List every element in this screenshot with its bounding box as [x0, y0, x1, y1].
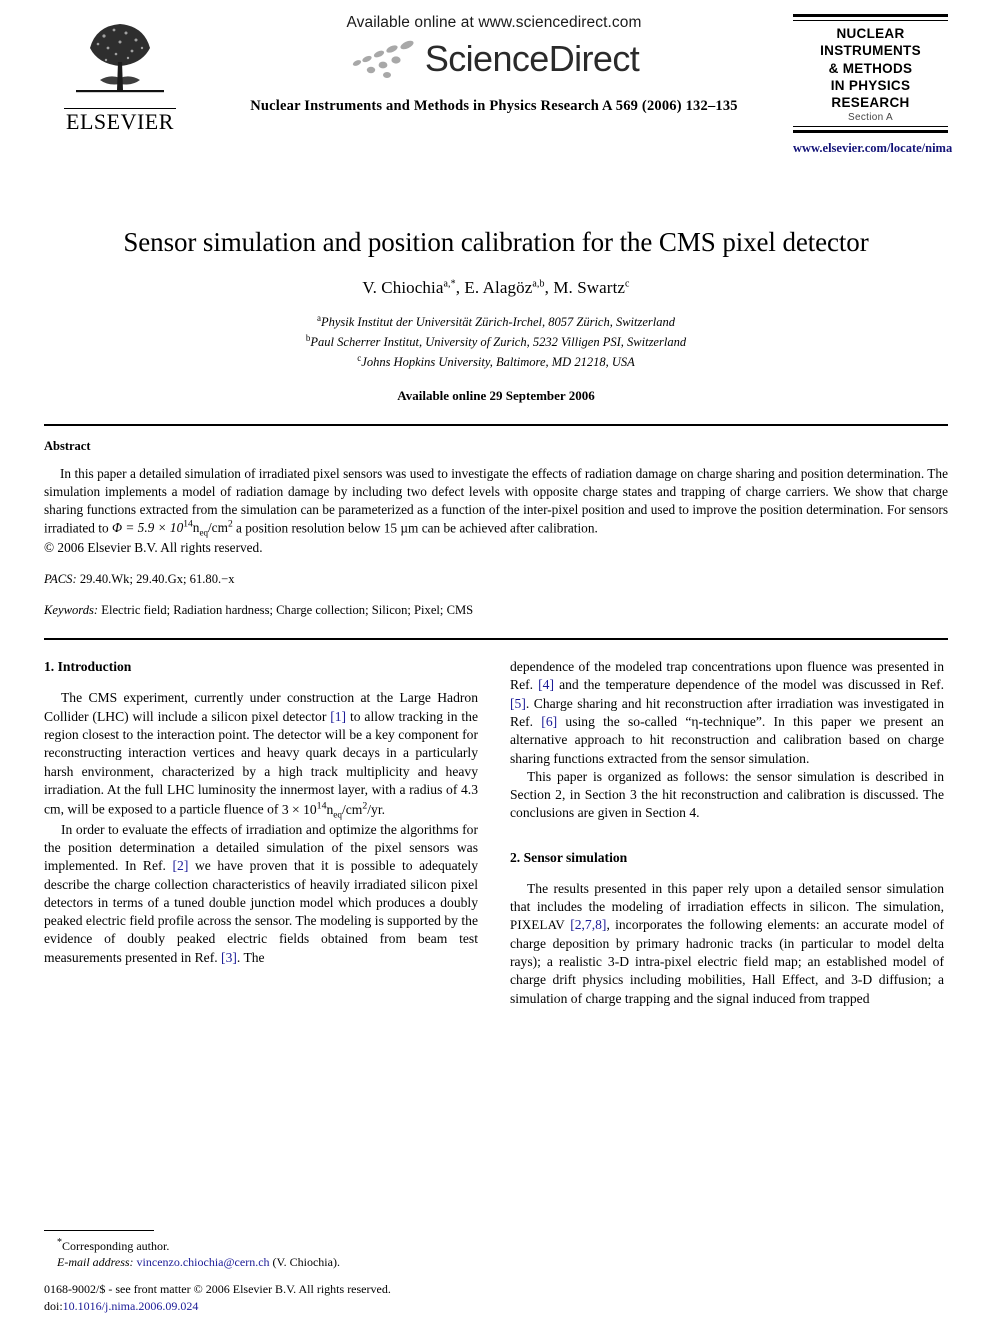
- keywords-value: Electric field; Radiation hardness; Char…: [101, 603, 474, 618]
- para-text: to allow tracking in the region closest …: [44, 708, 478, 817]
- abstract-body: In this paper a detailed simulation of i…: [44, 465, 948, 539]
- footnote-corresponding-author: *Corresponding author.: [44, 1236, 478, 1255]
- footnote-email: E-mail address: vincenzo.chiochia@cern.c…: [44, 1254, 478, 1271]
- citation-link-2[interactable]: [2]: [173, 858, 189, 873]
- email-label: E-mail address:: [57, 1255, 134, 1270]
- citation-link-3[interactable]: [3]: [221, 950, 237, 965]
- footer-legal-block: 0168-9002/$ - see front matter © 2006 El…: [44, 1281, 514, 1315]
- author-name: E. Alagöz: [464, 278, 533, 298]
- section-heading-introduction: 1. Introduction: [44, 659, 132, 675]
- formula-phi: Φ = 5.9 × 10: [111, 520, 184, 536]
- abstract-section: Abstract In this paper a detailed simula…: [44, 426, 948, 618]
- author-marks: a,*: [443, 278, 456, 290]
- citation-link-6[interactable]: [6]: [541, 714, 557, 729]
- paragraph-simulation: The results presented in this paper rely…: [510, 880, 944, 1008]
- pacs-label: PACS:: [44, 572, 77, 587]
- elsevier-wordmark: ELSEVIER: [64, 108, 176, 134]
- fluence-base: 3 × 10: [281, 801, 317, 817]
- journal-box-top-rule: [793, 14, 948, 21]
- journal-url-link[interactable]: www.elsevier.com/locate/nima: [793, 141, 952, 156]
- pacs-value: 29.40.Wk; 29.40.Gx; 61.80.−x: [79, 572, 235, 587]
- footnote-text: Corresponding author.: [62, 1238, 170, 1253]
- software-name-pixelav: PIXELAV: [510, 917, 565, 933]
- author-list: V. Chiochiaa,*, E. Alagöza,b, M. Swartzc: [44, 278, 948, 298]
- page-header: ELSEVIER Available online at www.science…: [44, 0, 952, 200]
- fluence-per-year: /yr.: [367, 801, 385, 817]
- para-text: . The: [236, 949, 265, 965]
- affiliation-list: aPhysik Institut der Universität Zürich-…: [44, 312, 948, 371]
- formula-exponent: 14: [183, 518, 193, 530]
- abstract-heading: Abstract: [44, 439, 91, 454]
- abstract-copyright: © 2006 Elsevier B.V. All rights reserved…: [44, 540, 263, 556]
- right-column: dependence of the modeled trap concentra…: [510, 658, 944, 1008]
- sciencedirect-logo: ScienceDirect: [244, 38, 744, 80]
- fluence-unit-sub: eq: [333, 809, 342, 820]
- footnote-block: *Corresponding author. E-mail address: v…: [44, 1229, 478, 1271]
- fluence-unit-cm: /cm: [341, 801, 363, 817]
- citation-link-1[interactable]: [1]: [330, 709, 346, 724]
- fluence-exponent: 14: [316, 800, 327, 812]
- fluence-formula: 3 × 1014neq/cm2/yr.: [281, 800, 385, 820]
- journal-box-line-3: & METHODS: [828, 60, 913, 76]
- citation-link-4[interactable]: [4]: [538, 677, 554, 692]
- journal-box-bottom-rule: [793, 126, 948, 134]
- doi-link[interactable]: 10.1016/j.nima.2006.09.024: [63, 1299, 199, 1313]
- author-name: M. Swartz: [553, 278, 626, 298]
- author-marks: c: [625, 278, 630, 290]
- abstract-text-part2: a position resolution below 15 µm can be…: [232, 520, 598, 536]
- paragraph-intro-2: In order to evaluate the effects of irra…: [44, 821, 478, 967]
- author-separator: ,: [544, 278, 554, 298]
- affiliation-text: Paul Scherrer Institut, University of Zu…: [310, 335, 687, 350]
- keywords-line: Keywords: Electric field; Radiation hard…: [44, 603, 948, 618]
- left-column: 1. Introduction The CMS experiment, curr…: [44, 658, 478, 1008]
- affiliation-text: Physik Institut der Universität Zürich-I…: [320, 315, 676, 330]
- paragraph-intro-1: The CMS experiment, currently under cons…: [44, 689, 478, 820]
- citation-link-5[interactable]: [5]: [510, 696, 526, 711]
- journal-box-line-5: RESEARCH: [831, 95, 910, 111]
- available-online-text: Available online at www.sciencedirect.co…: [346, 14, 642, 31]
- keywords-label: Keywords:: [44, 603, 99, 618]
- paragraph-intro-2-continued: dependence of the modeled trap concentra…: [510, 658, 944, 768]
- pacs-line: PACS: 29.40.Wk; 29.40.Gx; 61.80.−x: [44, 572, 948, 587]
- sciencedirect-swoosh-icon: [352, 40, 414, 78]
- citation-link-278[interactable]: [2,7,8]: [570, 917, 606, 932]
- footer-front-matter: 0168-9002/$ - see front matter © 2006 El…: [44, 1282, 391, 1297]
- footer-doi: doi:10.1016/j.nima.2006.09.024: [44, 1298, 514, 1315]
- journal-article-page: ELSEVIER Available online at www.science…: [0, 0, 992, 1323]
- affiliation-text: Johns Hopkins University, Baltimore, MD …: [361, 354, 635, 369]
- body-columns: 1. Introduction The CMS experiment, curr…: [44, 640, 948, 1008]
- section-heading-sensor-simulation: 2. Sensor simulation: [510, 849, 628, 865]
- para-text: The results presented in this paper rely…: [510, 880, 944, 915]
- sciencedirect-wordmark: ScienceDirect: [424, 38, 640, 79]
- journal-box-line-4: IN PHYSICS: [830, 77, 911, 93]
- journal-citation: Nuclear Instruments and Methods in Physi…: [250, 98, 738, 114]
- author-marks: a,b: [532, 278, 545, 290]
- formula-unit-sub: eq: [199, 528, 208, 539]
- sciencedirect-block: Available online at www.sciencedirect.co…: [244, 14, 744, 115]
- footnote-separator-rule: [44, 1229, 154, 1231]
- abstract-formula: Φ = 5.9 × 1014neq/cm2: [111, 518, 233, 539]
- available-online-date: Available online 29 September 2006: [397, 388, 595, 404]
- affiliation-item: aPhysik Institut der Universität Zürich-…: [44, 312, 948, 332]
- email-owner: (V. Chiochia).: [272, 1255, 340, 1270]
- affiliation-item: cJohns Hopkins University, Baltimore, MD…: [44, 352, 948, 372]
- journal-box-line-1: NUCLEAR: [836, 26, 905, 41]
- author-name: V. Chiochia: [362, 278, 444, 298]
- formula-unit-cm: /cm: [207, 520, 228, 536]
- affiliation-item: bPaul Scherrer Institut, University of Z…: [44, 332, 948, 352]
- para-text: and the temperature dependence of the mo…: [553, 677, 944, 693]
- journal-box-section: Section A: [848, 112, 893, 124]
- elsevier-tree-icon: [70, 18, 170, 106]
- doi-label: doi:: [44, 1299, 63, 1314]
- page-title: Sensor simulation and position calibrati…: [123, 227, 869, 257]
- journal-logo-box: NUCLEAR INSTRUMENTS & METHODS IN PHYSICS…: [793, 14, 952, 156]
- journal-box-line-2: INSTRUMENTS: [820, 43, 921, 59]
- paragraph-organization: This paper is organized as follows: the …: [510, 768, 944, 821]
- email-link[interactable]: vincenzo.chiochia@cern.ch: [137, 1255, 270, 1269]
- para-text: using the so-called “η-technique”. In th…: [510, 713, 944, 766]
- elsevier-logo: ELSEVIER: [64, 18, 176, 134]
- title-block: Sensor simulation and position calibrati…: [44, 226, 948, 404]
